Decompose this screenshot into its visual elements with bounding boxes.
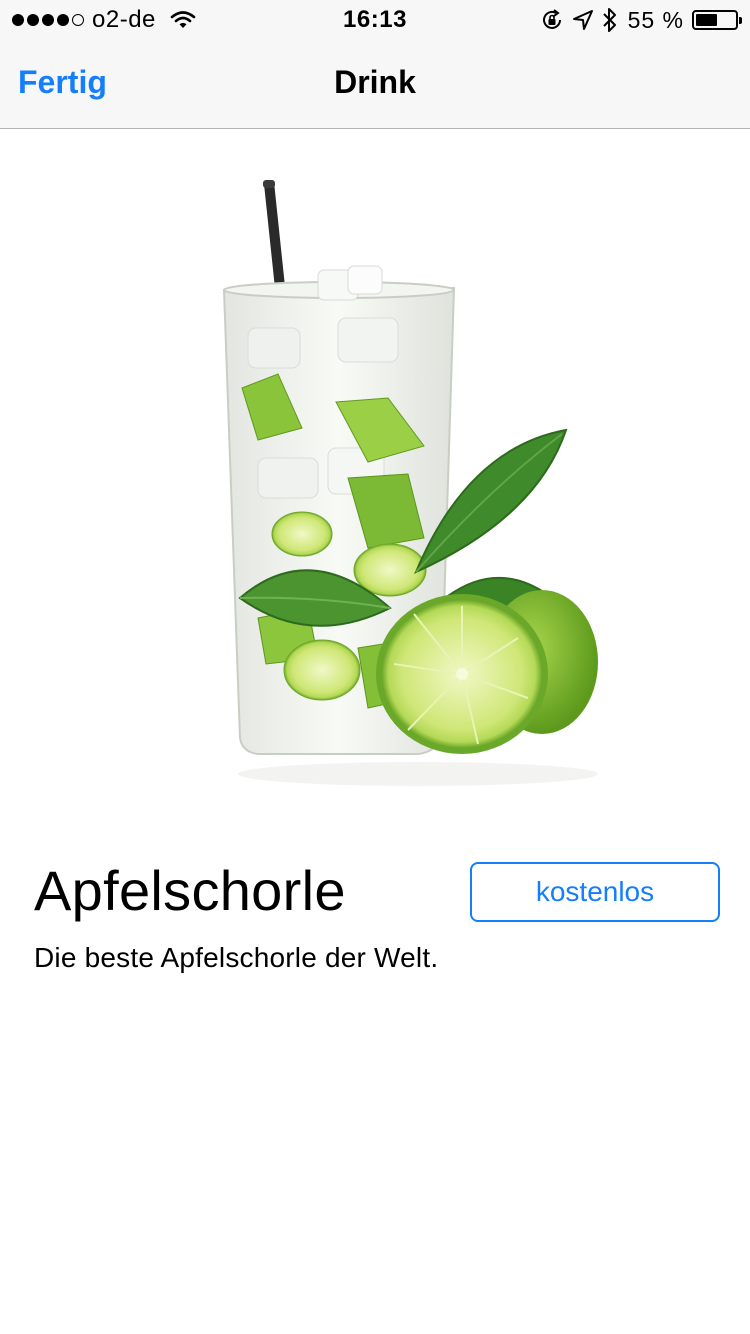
orientation-lock-icon — [542, 9, 561, 29]
page-title: Drink — [334, 64, 416, 100]
navigation-bar: Fertig Drink — [0, 40, 750, 129]
battery-percentage: 55 % — [627, 6, 684, 33]
get-free-button[interactable]: kostenlos — [470, 862, 720, 922]
drink-image — [222, 180, 598, 786]
battery-icon — [692, 10, 742, 30]
status-bar: o2-de 16:13 55 % — [0, 0, 750, 40]
battery-cap — [739, 17, 742, 24]
location-arrow-icon — [572, 10, 593, 30]
drink-description: Die beste Apfelschorle der Welt. — [34, 942, 439, 973]
status-bar-right: 55 % — [540, 6, 742, 34]
drink-name: Apfelschorle — [34, 859, 346, 922]
price-button-label: kostenlos — [535, 876, 655, 907]
battery-level-fill — [696, 14, 717, 26]
bluetooth-icon — [602, 8, 616, 32]
